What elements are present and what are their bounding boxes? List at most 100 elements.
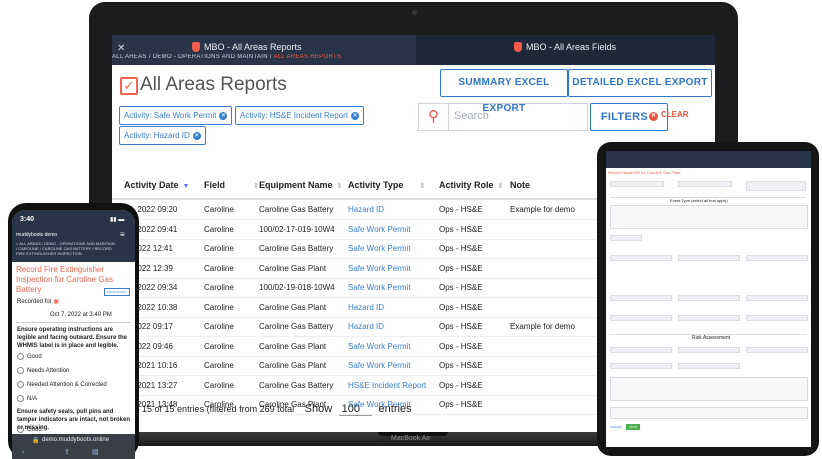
- cell-role: Ops - HS&E: [439, 341, 483, 351]
- tablet-field[interactable]: [678, 181, 732, 187]
- share-icon[interactable]: ⇪: [64, 448, 70, 456]
- notes-field[interactable]: [610, 377, 808, 401]
- search-icon[interactable]: ⚲: [418, 103, 449, 131]
- tablet-field[interactable]: [678, 295, 740, 301]
- back-icon[interactable]: ‹: [22, 449, 24, 456]
- tablet-field[interactable]: [746, 347, 808, 353]
- option-good[interactable]: Good: [17, 353, 42, 360]
- page-size-select[interactable]: 100: [338, 403, 373, 416]
- cell-field: Caroline: [204, 263, 234, 273]
- browser-tab-1-title[interactable]: MBO - All Areas Reports: [204, 42, 302, 52]
- tablet-field[interactable]: [610, 347, 672, 353]
- option-na[interactable]: N/A: [17, 395, 37, 402]
- option-needs-attention[interactable]: Needs Attention: [17, 367, 69, 374]
- tablet-form-title: Record Hazard ID for Caroline Gas Plant: [608, 170, 681, 175]
- tablet-field[interactable]: [746, 315, 808, 321]
- tablet-save-button[interactable]: SAVE: [626, 424, 640, 430]
- column-activity-role[interactable]: Activity Role ⇕: [439, 180, 503, 190]
- laptop-model-label: MacBook Air: [391, 435, 431, 442]
- column-note[interactable]: Note: [510, 180, 530, 190]
- show-entry-button[interactable]: SHOW ENTRY: [104, 288, 131, 296]
- bookmarks-icon[interactable]: ▤: [92, 448, 99, 456]
- cell-role: Ops - HS&E: [439, 302, 483, 312]
- cell-note: Example for demo: [510, 205, 575, 214]
- filter-chip-label: Activity: HS&E Incident Report: [240, 111, 349, 120]
- tablet-field[interactable]: [746, 255, 808, 261]
- phone-address-bar[interactable]: 🔒 demo.muddyboots.online ‹ ⇪ ▤: [12, 434, 135, 459]
- tablet-field[interactable]: [610, 295, 672, 301]
- phone-time: 3:40: [20, 216, 35, 223]
- cell-activity-type[interactable]: Safe Work Permit: [348, 283, 411, 292]
- tablet-field[interactable]: [678, 363, 740, 369]
- close-icon[interactable]: ✕: [117, 43, 125, 54]
- entries-info: ng 1 to 15 of 15 entries (filtered from …: [112, 404, 295, 414]
- tablet-field[interactable]: [610, 181, 664, 187]
- cell-activity-type[interactable]: Safe Work Permit: [348, 342, 411, 351]
- column-activity-type[interactable]: Activity Type ⇕: [348, 180, 425, 190]
- show-label: Show: [304, 403, 333, 415]
- cell-activity-type[interactable]: Safe Work Permit: [348, 225, 411, 234]
- page-title: All Areas Reports: [140, 74, 287, 95]
- sort-icon: ⇕: [336, 183, 343, 190]
- tablet-field[interactable]: [610, 255, 672, 261]
- filter-chip-hazard-id[interactable]: Activity: Hazard ID ✕: [119, 126, 206, 145]
- cell-field: Caroline: [204, 341, 234, 351]
- event-type-heading: Event Type (select all that apply): [670, 198, 728, 203]
- phone-status-bar: 3:40 ▮▮ ▬: [12, 210, 135, 232]
- cell-activity-type[interactable]: HS&E Incident Report: [348, 381, 426, 390]
- cell-activity-type[interactable]: Safe Work Permit: [348, 361, 411, 370]
- remove-filter-icon[interactable]: ✕: [351, 111, 360, 120]
- tablet-field[interactable]: [610, 363, 672, 369]
- signal-icon: ▮▮ ▬: [110, 217, 125, 223]
- sort-icon: ⇕: [497, 183, 504, 190]
- summary-export-button[interactable]: SUMMARY EXCEL EXPORT: [440, 69, 568, 114]
- filter-chip-hse-incident[interactable]: Activity: HS&E Incident Report ✕: [235, 106, 365, 125]
- filter-chip-safe-work-permit[interactable]: Activity: Safe Work Permit ✕: [119, 106, 233, 125]
- column-label: Activity Role: [439, 180, 494, 190]
- tablet-field[interactable]: [678, 255, 740, 261]
- cell-equipment: Caroline Gas Battery: [259, 380, 334, 390]
- browser-tab-2-title[interactable]: MBO - All Areas Fields: [526, 42, 616, 52]
- app-logo-icon: [514, 42, 522, 52]
- detailed-export-button[interactable]: DETAILED EXCEL EXPORT ▾: [568, 69, 712, 114]
- cell-equipment: Caroline Gas Plant: [259, 361, 327, 370]
- app-logo-icon: [192, 42, 200, 52]
- tablet-field[interactable]: [746, 181, 806, 191]
- column-equipment-name[interactable]: Equipment Name ⇕: [259, 180, 342, 190]
- recorded-for-label: Recorded for ▣: [17, 298, 59, 305]
- remove-filter-icon[interactable]: ✕: [219, 111, 228, 120]
- cell-activity-type[interactable]: Hazard ID: [348, 303, 384, 312]
- hamburger-icon[interactable]: ≡: [120, 231, 125, 239]
- signature-field[interactable]: [610, 407, 808, 419]
- tablet-field[interactable]: [610, 315, 672, 321]
- cell-activity-type[interactable]: Safe Work Permit: [348, 244, 411, 253]
- option-corrected[interactable]: Needed Attention & Corrected: [17, 381, 107, 388]
- radio-icon: [17, 353, 24, 360]
- tablet-field[interactable]: [678, 315, 740, 321]
- radio-icon: [17, 395, 24, 402]
- remove-filter-icon[interactable]: ✕: [192, 131, 201, 140]
- cell-field: Caroline: [204, 244, 234, 253]
- breadcrumb: ALL AREAS / DEMO - OPERATIONS AND MAINTA…: [112, 54, 416, 60]
- breadcrumb-demo[interactable]: DEMO - OPERATIONS AND MAINTAIN: [153, 54, 268, 60]
- tablet-field[interactable]: [610, 235, 642, 241]
- column-field[interactable]: Field ⇕: [204, 180, 259, 190]
- cell-role: Ops - HS&E: [439, 244, 483, 253]
- event-type-options[interactable]: [610, 205, 808, 229]
- cell-activity-type[interactable]: Hazard ID: [348, 205, 384, 214]
- phone-brand: muddyboots demo: [16, 232, 58, 238]
- tablet-cancel-button[interactable]: CANCEL: [610, 425, 622, 429]
- breadcrumb-all-areas[interactable]: ALL AREAS: [112, 54, 147, 60]
- tablet-field[interactable]: [678, 347, 740, 353]
- cell-field: Caroline: [204, 224, 234, 234]
- cell-activity-type[interactable]: Safe Work Permit: [348, 264, 411, 273]
- recorded-date: Oct 7, 2022 at 3:40 PM: [50, 312, 112, 318]
- tablet-field[interactable]: [746, 295, 808, 301]
- radio-icon: [17, 426, 24, 433]
- column-activity-date[interactable]: Activity Date ▼: [124, 180, 189, 190]
- clear-button[interactable]: ✕ CLEAR: [649, 110, 689, 121]
- option-good-2[interactable]: Good: [17, 426, 42, 433]
- cell-activity-type[interactable]: Hazard ID: [348, 322, 384, 331]
- cell-equipment: Caroline Gas Battery: [259, 322, 334, 331]
- lock-icon: 🔒: [32, 438, 40, 444]
